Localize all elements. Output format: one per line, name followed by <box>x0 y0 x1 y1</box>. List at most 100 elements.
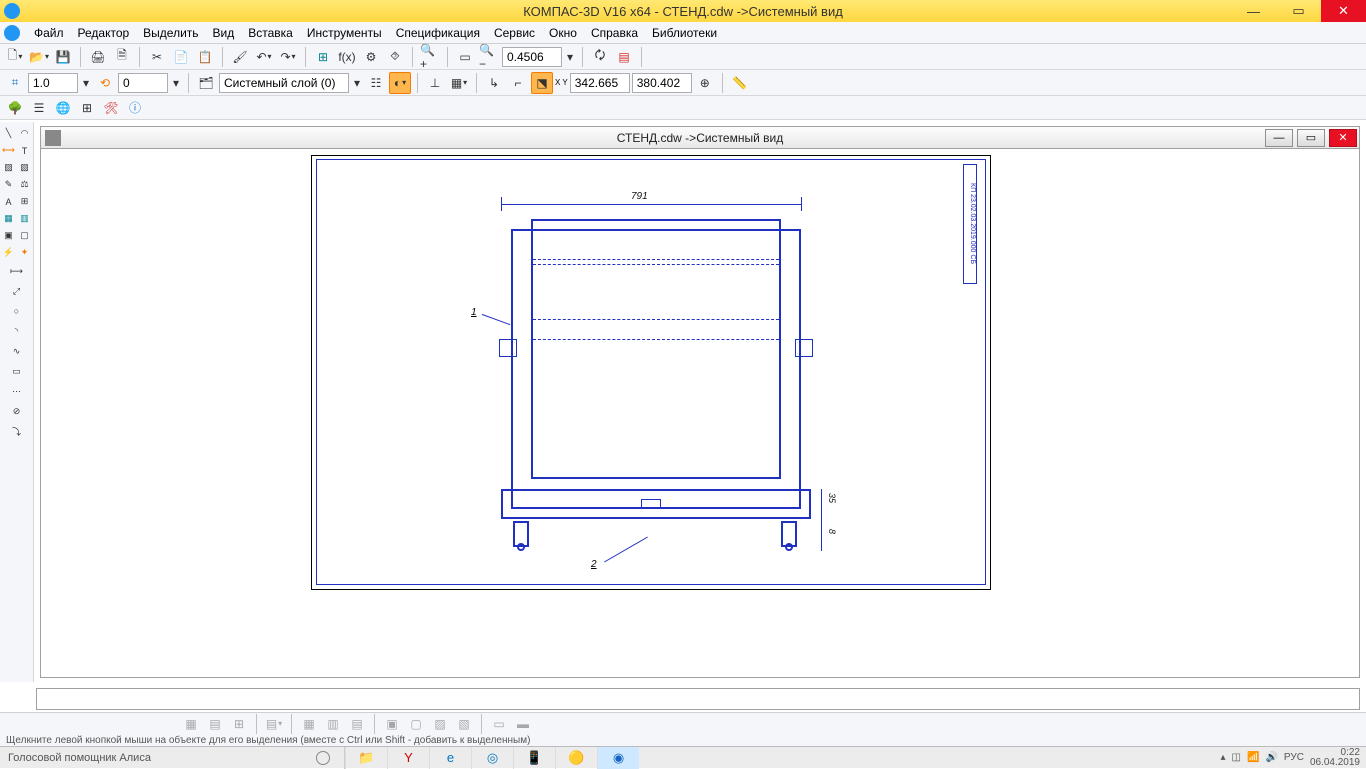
scale-dd[interactable]: ▾ <box>80 72 92 94</box>
info-button[interactable]: ⓘ <box>124 97 146 119</box>
bot-v6-icon[interactable]: ▨ <box>429 713 451 735</box>
bot-view3-icon[interactable]: ▤ <box>346 713 368 735</box>
insert2-icon[interactable]: ▢ <box>17 228 32 243</box>
print-button[interactable]: 🖨 <box>87 46 109 68</box>
dim-rad-icon[interactable]: ⊘ <box>2 402 32 420</box>
bot-view1-icon[interactable]: ▦ <box>298 713 320 735</box>
layer-input[interactable] <box>219 73 349 93</box>
taskbar-app-kompas[interactable]: ◉ <box>597 747 639 769</box>
text-icon[interactable]: A <box>1 194 16 209</box>
menu-edit[interactable]: Редактор <box>72 24 136 42</box>
spec-button[interactable]: ⊞ <box>312 46 334 68</box>
menu-service[interactable]: Сервис <box>488 24 541 42</box>
zoom-in-button[interactable]: 🔍+ <box>419 46 441 68</box>
menu-help[interactable]: Справка <box>585 24 644 42</box>
tray-wifi-icon[interactable]: 📶 <box>1247 752 1259 763</box>
bot-view2-icon[interactable]: ▥ <box>322 713 344 735</box>
geom-tan-icon[interactable]: ◠ <box>17 126 32 141</box>
geom-line-icon[interactable]: ╲ <box>1 126 16 141</box>
round-button[interactable]: ⬔ <box>531 72 553 94</box>
active-layer-button[interactable]: ◐▾ <box>389 72 411 94</box>
ucs-button[interactable]: ↳ <box>483 72 505 94</box>
window-maximize-button[interactable]: ▭ <box>1276 0 1321 22</box>
mic-icon[interactable] <box>316 751 330 765</box>
doc-close-button[interactable]: ✕ <box>1329 129 1357 147</box>
edit-icon[interactable]: ✎ <box>1 177 16 192</box>
undo-button[interactable]: ↶▾ <box>253 46 275 68</box>
ortho-button[interactable]: ⊥ <box>424 72 446 94</box>
redraw-button[interactable]: 🗘 <box>589 46 611 68</box>
tray-net-icon[interactable]: ◫ <box>1232 752 1241 763</box>
taskbar-app-yandex[interactable]: Y <box>387 747 429 769</box>
menu-window[interactable]: Окно <box>543 24 583 42</box>
marker-icon[interactable]: T <box>17 143 32 158</box>
command-input[interactable] <box>37 690 1359 708</box>
copy-button[interactable]: 📄 <box>170 46 192 68</box>
zoom-out-button[interactable]: 🔍− <box>478 46 500 68</box>
doc-mgr-button[interactable]: ⊞ <box>76 97 98 119</box>
hatch-icon[interactable]: ▨ <box>1 160 16 175</box>
paste-button[interactable]: 📋 <box>194 46 216 68</box>
spec-icon[interactable]: ▦ <box>1 211 16 226</box>
dim-chain-icon[interactable]: ⋯ <box>2 382 32 400</box>
menu-file[interactable]: Файл <box>28 24 70 42</box>
taskbar-app-settings[interactable]: ◎ <box>471 747 513 769</box>
arc-icon[interactable]: ◝ <box>2 322 32 340</box>
tray-clock[interactable]: 0:22 06.04.2019 <box>1310 748 1360 768</box>
taskbar-app-files[interactable]: 📁 <box>345 747 387 769</box>
wrench-button[interactable]: 🛠 <box>100 97 122 119</box>
print-preview-button[interactable]: 🗎 <box>111 46 133 68</box>
spline-icon[interactable]: ∿ <box>2 342 32 360</box>
variables-button[interactable]: f(x) <box>336 46 358 68</box>
tray-vol-icon[interactable]: 🔊 <box>1265 752 1277 763</box>
bolt2-icon[interactable]: ✦ <box>17 245 32 260</box>
bot-v9-icon[interactable]: ▬ <box>512 713 534 735</box>
bot-v7-icon[interactable]: ▧ <box>453 713 475 735</box>
insert-icon[interactable]: ▣ <box>1 228 16 243</box>
menu-tools[interactable]: Инструменты <box>301 24 388 42</box>
copy-props-button[interactable]: 🖌 <box>229 46 251 68</box>
redo-button[interactable]: ↷▾ <box>277 46 299 68</box>
bot-layers-icon[interactable]: ▤▾ <box>263 713 285 735</box>
bot-v4-icon[interactable]: ▣ <box>381 713 403 735</box>
doc-minimize-button[interactable]: — <box>1265 129 1293 147</box>
snap-button[interactable]: ⌗ <box>4 72 26 94</box>
bot-v8-icon[interactable]: ▭ <box>488 713 510 735</box>
grid-button[interactable]: ▦▾ <box>448 72 470 94</box>
dim-icon[interactable]: ⟷ <box>1 143 16 158</box>
spec2-icon[interactable]: ▥ <box>17 211 32 226</box>
scale-input[interactable] <box>28 73 78 93</box>
taskbar-app-calc[interactable]: 📱 <box>513 747 555 769</box>
break-icon[interactable]: ⤵ <box>2 422 32 440</box>
angle-input[interactable] <box>118 73 168 93</box>
tray-up-icon[interactable]: ▴ <box>1221 752 1226 763</box>
menu-libs[interactable]: Библиотеки <box>646 24 723 42</box>
coord-y-input[interactable] <box>632 73 692 93</box>
save-button[interactable]: 💾 <box>52 46 74 68</box>
open-button[interactable]: 📂▾ <box>28 46 50 68</box>
tree-button[interactable]: 🌳 <box>4 97 26 119</box>
layer-icon[interactable]: 🗂 <box>195 72 217 94</box>
bot-snap-icon[interactable]: ▦ <box>180 713 202 735</box>
zoom-value-input[interactable] <box>502 47 562 67</box>
doc-maximize-button[interactable]: ▭ <box>1297 129 1325 147</box>
taskbar-app-ie[interactable]: e <box>429 747 471 769</box>
measure-button[interactable]: 📏 <box>729 72 751 94</box>
layer-dd[interactable]: ▾ <box>351 72 363 94</box>
menu-select[interactable]: Выделить <box>137 24 204 42</box>
param-icon[interactable]: ⚖ <box>17 177 32 192</box>
list-button[interactable]: ☰ <box>28 97 50 119</box>
taskbar-app-chrome[interactable]: 🟡 <box>555 747 597 769</box>
menu-spec[interactable]: Спецификация <box>390 24 486 42</box>
help-cursor-button[interactable]: ⯑ <box>384 46 406 68</box>
globe-button[interactable]: 🌐 <box>52 97 74 119</box>
taskbar-search[interactable]: Голосовой помощник Алиса <box>0 747 345 769</box>
rect-icon[interactable]: ▭ <box>2 362 32 380</box>
circle-icon[interactable]: ○ <box>2 302 32 320</box>
step-button[interactable]: ⟲ <box>94 72 116 94</box>
bolt-icon[interactable]: ⚡ <box>1 245 16 260</box>
tray-lang[interactable]: РУС <box>1284 752 1304 763</box>
window-minimize-button[interactable]: — <box>1231 0 1276 22</box>
dim-align-icon[interactable]: ⤢ <box>2 282 32 300</box>
table-icon[interactable]: ⊞ <box>17 194 32 209</box>
